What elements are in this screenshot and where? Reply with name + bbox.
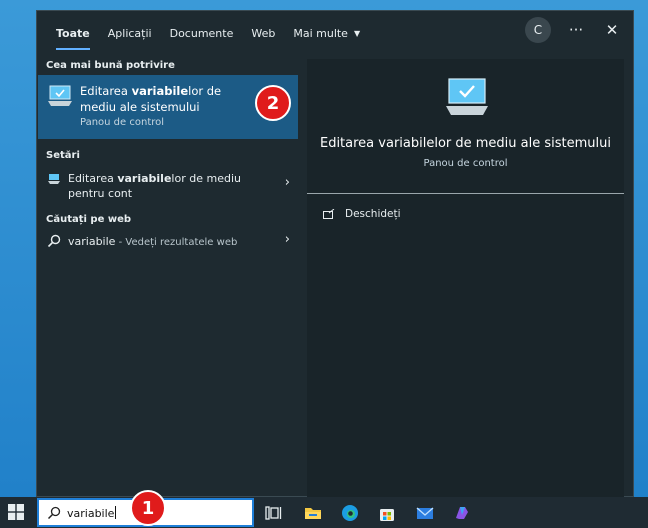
tab-more[interactable]: Mai multe ▼ bbox=[284, 14, 369, 52]
settings-heading: Setări bbox=[46, 149, 80, 161]
best-match-heading: Cea mai bună potrivire bbox=[46, 59, 175, 71]
detail-divider bbox=[307, 193, 624, 194]
web-search-heading: Căutați pe web bbox=[46, 213, 132, 225]
best-match-title: Editarea variabilelor de mediu ale siste… bbox=[80, 84, 222, 114]
windows-start-icon[interactable] bbox=[8, 504, 24, 520]
chevron-right-icon[interactable]: › bbox=[285, 232, 290, 247]
search-value: variabile bbox=[67, 506, 117, 520]
task-view-icon[interactable] bbox=[264, 503, 284, 523]
step-badge-1: 1 bbox=[130, 490, 166, 526]
detail-pane: Editarea variabilelor de mediu ale siste… bbox=[307, 59, 624, 497]
close-icon[interactable]: ✕ bbox=[601, 17, 623, 43]
tab-all[interactable]: Toate bbox=[47, 14, 99, 52]
taskbar: variabile bbox=[0, 497, 648, 528]
tab-documents[interactable]: Documente bbox=[161, 14, 243, 52]
settings-result[interactable]: Editarea variabilelor de mediu pentru co… bbox=[38, 165, 298, 207]
open-action[interactable]: Deschideți bbox=[323, 208, 401, 220]
step-badge-2: 2 bbox=[255, 85, 291, 121]
tab-web[interactable]: Web bbox=[242, 14, 284, 52]
mail-icon[interactable] bbox=[415, 503, 435, 523]
system-computer-icon bbox=[446, 78, 488, 115]
copilot-icon[interactable] bbox=[452, 503, 472, 523]
file-explorer-icon[interactable] bbox=[303, 503, 323, 523]
environment-variables-icon bbox=[48, 174, 60, 184]
store-icon[interactable] bbox=[377, 503, 397, 523]
web-search-label: variabile - Vedeți rezultatele web bbox=[68, 235, 238, 248]
detail-subtitle: Panou de control bbox=[423, 158, 508, 169]
tab-apps[interactable]: Aplicații bbox=[99, 14, 161, 52]
chevron-right-icon[interactable]: › bbox=[285, 175, 290, 190]
search-icon bbox=[47, 506, 61, 520]
settings-result-label: Editarea variabilelor de mediu pentru co… bbox=[68, 172, 241, 200]
edge-icon[interactable] bbox=[340, 503, 360, 523]
best-match-subtitle: Panou de control bbox=[80, 117, 165, 128]
search-icon bbox=[47, 234, 61, 248]
account-avatar[interactable]: C bbox=[525, 17, 551, 43]
search-tabs: Toate Aplicații Documente Web Mai multe ▼… bbox=[37, 11, 633, 55]
ellipsis-icon[interactable]: ··· bbox=[565, 17, 587, 43]
chevron-down-icon: ▼ bbox=[353, 28, 361, 38]
detail-title: Editarea variabilelor de mediu ale siste… bbox=[319, 136, 611, 151]
system-computer-icon bbox=[48, 85, 72, 106]
web-search-result[interactable]: variabile - Vedeți rezultatele web › bbox=[38, 229, 298, 255]
search-panel: Toate Aplicații Documente Web Mai multe ▼… bbox=[36, 10, 634, 497]
open-window-icon bbox=[323, 209, 335, 219]
results-list: Cea mai bună potrivire Editarea variabil… bbox=[37, 55, 305, 497]
